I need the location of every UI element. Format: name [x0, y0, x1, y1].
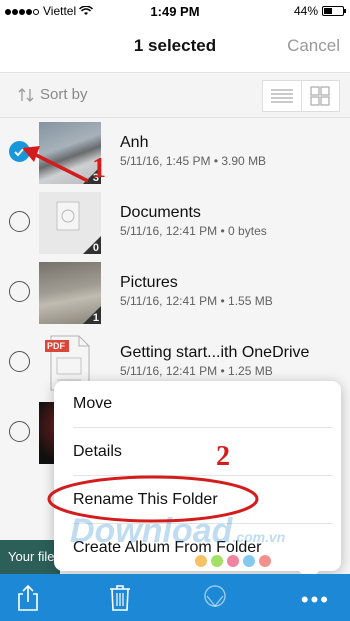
battery-percent: 44% [293, 4, 318, 18]
sort-bar: Sort by [0, 72, 350, 118]
cancel-button[interactable]: Cancel [287, 36, 340, 56]
delete-button[interactable] [104, 582, 136, 614]
battery-area: 44% [293, 4, 346, 18]
annotation-number-2: 2 [216, 441, 230, 472]
more-icon: ••• [300, 587, 330, 612]
battery-icon [322, 6, 346, 16]
annotation-number-1: 1 [92, 153, 106, 184]
sort-icon [18, 87, 34, 102]
status-bar: Viettel 1:49 PM 44% [0, 0, 350, 22]
rename-folder-menu-item[interactable]: Rename This Folder [73, 491, 333, 509]
status-banner: Your files [0, 540, 60, 574]
more-options-button[interactable]: ••• [301, 587, 330, 613]
context-menu: Move Details Rename This Folder Create A… [54, 381, 341, 581]
share-icon [18, 585, 38, 611]
view-toggle [262, 80, 340, 112]
album-icon [204, 585, 226, 608]
trash-icon [110, 585, 130, 611]
menu-divider [73, 475, 333, 476]
list-view-button[interactable] [263, 81, 302, 111]
details-menu-item[interactable]: Details [73, 443, 333, 461]
sort-button[interactable]: Sort by [18, 86, 88, 103]
list-view-icon [270, 89, 293, 103]
menu-divider [73, 427, 333, 428]
album-button[interactable] [199, 582, 231, 614]
sort-label: Sort by [40, 86, 88, 103]
grid-view-icon [310, 86, 330, 106]
navigation-bar: 1 selected Cancel [0, 22, 350, 72]
share-button[interactable] [12, 582, 44, 614]
watermark-dots [195, 555, 271, 567]
grid-view-button[interactable] [302, 81, 340, 111]
menu-divider [73, 523, 333, 524]
bottom-toolbar: ••• [0, 574, 350, 621]
move-menu-item[interactable]: Move [73, 395, 333, 413]
